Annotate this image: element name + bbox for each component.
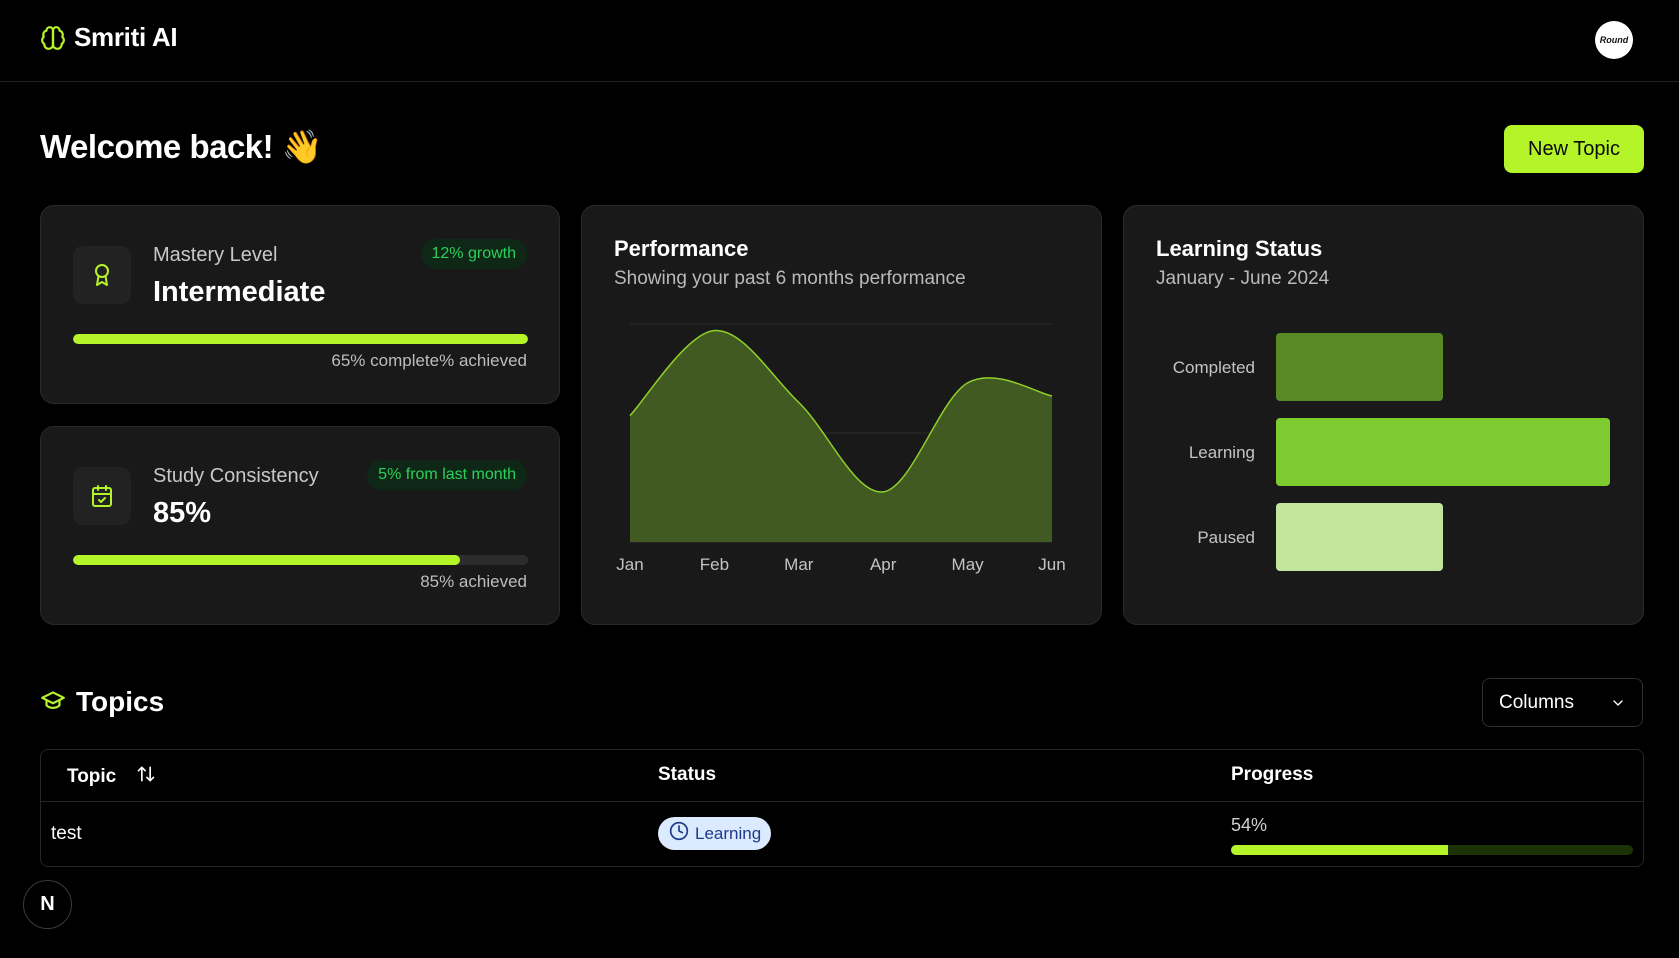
topic-header-label: Topic [67,766,117,787]
status-bar-paused[interactable] [1276,503,1443,571]
study-label: Study Consistency [153,465,319,487]
mastery-card: Mastery Level Intermediate 12% growth 65… [40,205,560,404]
growth-badge: 12% growth [420,239,527,269]
graduation-cap-icon [40,687,66,718]
sort-icon[interactable] [136,764,156,790]
status-badge: Learning [658,817,772,850]
topics-title: Topics [76,686,165,717]
columns-label: Columns [1499,691,1574,713]
mastery-label: Mastery Level [153,244,278,266]
avatar-logo-text: Round [1599,35,1629,45]
status-label-completed: Completed [1173,358,1255,377]
x-tick-mar: Mar [784,555,814,574]
status-bar-learning[interactable] [1276,418,1610,486]
x-tick-apr: Apr [870,555,897,574]
x-tick-feb: Feb [700,555,729,574]
study-card: Study Consistency 85% 5% from last month… [40,426,560,625]
calendar-check-icon [73,467,131,525]
consistency-badge: 5% from last month [367,460,527,490]
mastery-progress-track [73,334,528,344]
chevron-down-icon [1610,695,1626,717]
brand[interactable]: Smriti AI [40,22,178,53]
status-bar-completed[interactable] [1276,333,1443,401]
x-tick-may: May [952,555,985,574]
x-tick-jan: Jan [616,555,643,574]
app-name: Smriti AI [74,22,178,52]
column-header-status: Status [658,764,717,785]
status-label-paused: Paused [1197,528,1255,547]
mastery-value: Intermediate [153,276,326,308]
nextjs-dev-button[interactable]: N [23,880,72,929]
x-tick-jun: Jun [1038,555,1065,574]
topic-progress-fill [1231,845,1449,855]
performance-chart: Jan Feb Mar Apr May Jun [616,323,1066,574]
mastery-progress-fill [73,334,528,344]
top-bar: Smriti AI Round [0,0,1679,82]
award-icon [73,246,131,304]
column-header-topic[interactable]: Topic [67,764,156,790]
study-progress-track [73,555,528,565]
topics-heading: Topics [40,686,164,718]
page-title: Welcome back! 👋 [40,128,323,165]
topics-table: Topic Status Progress test Learning 54% [40,749,1644,867]
status-label-learning: Learning [1189,443,1255,462]
topic-name[interactable]: test [51,823,82,845]
new-topic-button[interactable]: New Topic [1504,125,1644,173]
progress-value: 54% [1231,815,1268,835]
study-value: 85% [153,497,212,529]
header-divider [41,801,1643,802]
learning-status-card: Learning Status January - June 2024 Comp… [1123,205,1644,625]
status-label: Learning [695,823,762,843]
performance-card: Performance Showing your past 6 months p… [581,205,1102,625]
performance-area [630,330,1052,542]
column-header-progress: Progress [1231,764,1314,785]
study-caption: 85% achieved [420,572,527,591]
mastery-caption: 65% complete% achieved [331,351,527,370]
clock-icon [669,821,689,846]
brain-icon [40,25,66,51]
learning-status-chart: Completed Learning Paused [1173,333,1610,571]
topic-progress-track [1231,845,1633,855]
user-avatar[interactable]: Round [1595,21,1633,59]
study-progress-fill [73,555,460,565]
columns-dropdown[interactable]: Columns [1482,678,1643,727]
